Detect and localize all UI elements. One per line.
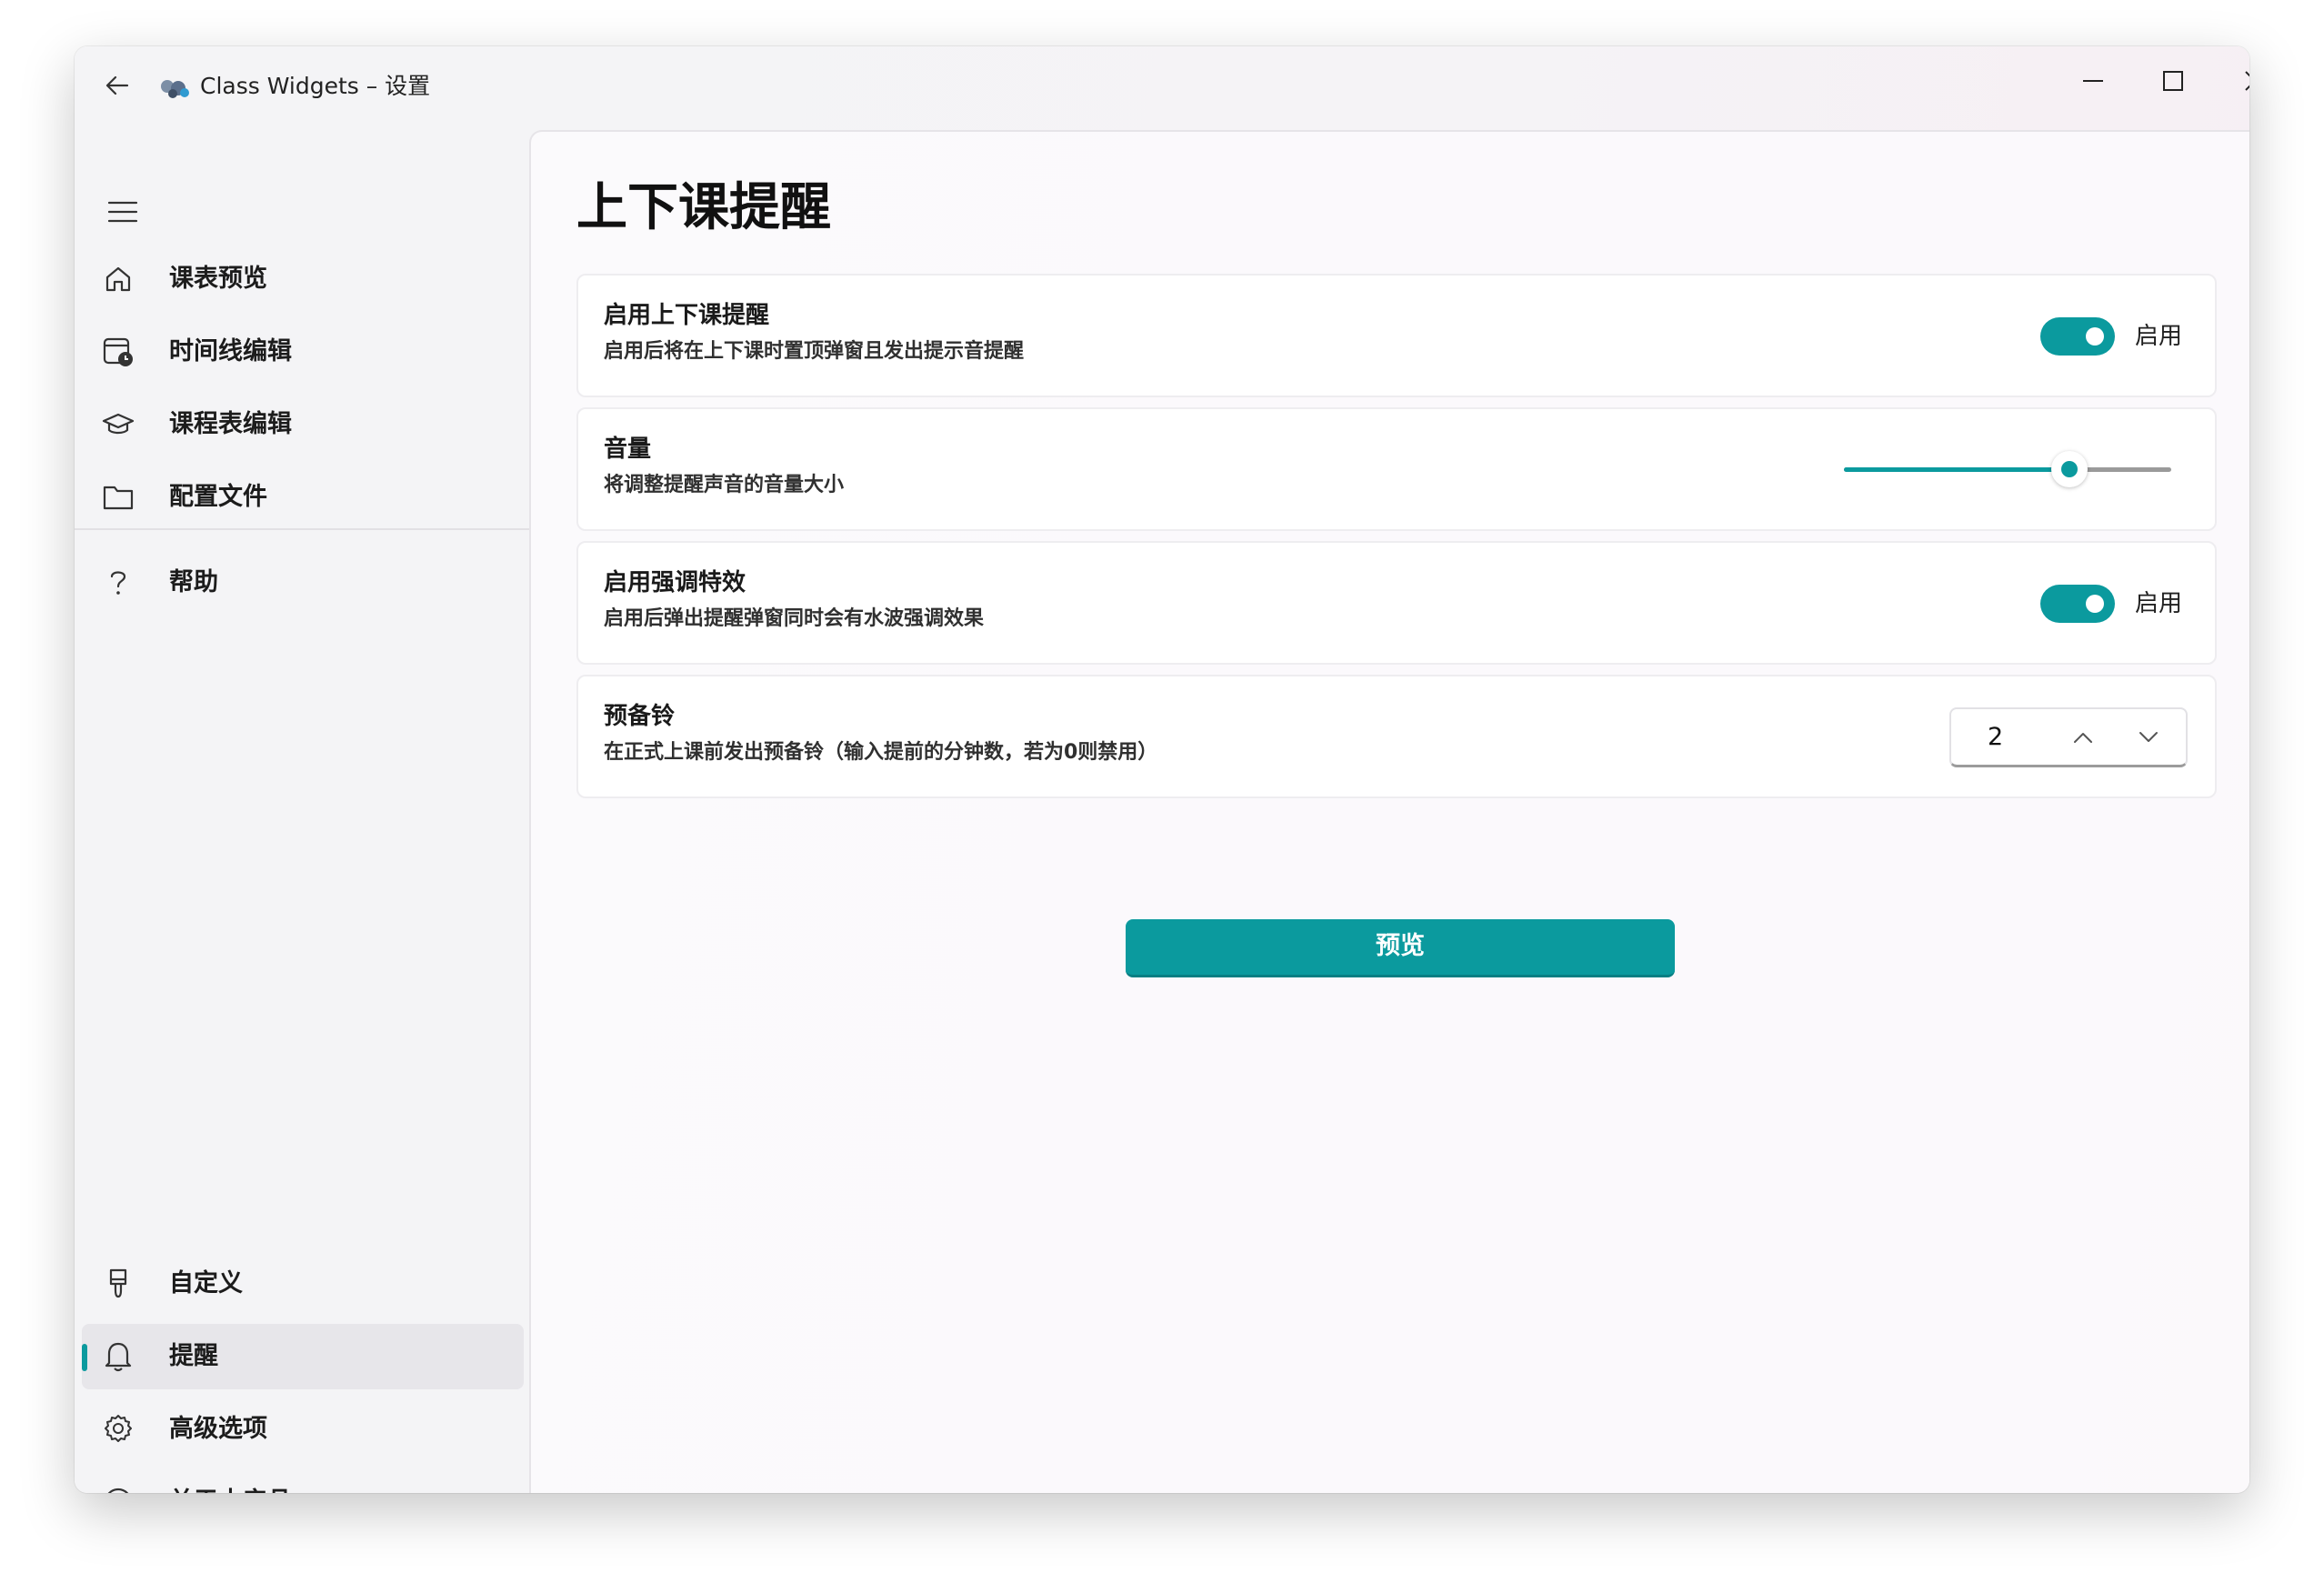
- window-title: Class Widgets – 设置: [200, 73, 431, 99]
- card-description: 启用后将在上下课时置顶弹窗且发出提示音提醒: [604, 340, 1025, 363]
- active-indicator: [82, 1344, 87, 1371]
- folder-icon: [102, 481, 135, 514]
- sidebar: 课表预览 时间线编辑 课程表编辑 配置文件 帮助 自定义 提醒 高级选项: [75, 128, 529, 1493]
- card-title: 音量: [604, 436, 652, 463]
- sidebar-item-reminder[interactable]: 提醒: [82, 1324, 524, 1389]
- sidebar-item-timeline-edit[interactable]: 时间线编辑: [82, 319, 524, 385]
- emphasis-effect-toggle[interactable]: [2040, 585, 2115, 623]
- card-volume: 音量 将调整提醒声音的音量大小: [576, 407, 2217, 531]
- increment-button[interactable]: [2060, 718, 2106, 756]
- menu-toggle-button[interactable]: [95, 186, 151, 237]
- sidebar-item-schedule-preview[interactable]: 课表预览: [82, 246, 524, 312]
- sidebar-item-help[interactable]: 帮助: [82, 550, 524, 616]
- slider-thumb[interactable]: [2051, 451, 2089, 487]
- page-title: 上下课提醒: [576, 178, 831, 237]
- prep-bell-minutes-spinbox[interactable]: 2: [1949, 707, 2188, 767]
- minimize-button[interactable]: [2057, 54, 2129, 108]
- sidebar-item-label: 高级选项: [169, 1415, 267, 1443]
- sidebar-item-label: 课程表编辑: [169, 410, 292, 438]
- title-bar: Class Widgets – 设置: [75, 46, 2249, 128]
- calendar-clock-icon: [102, 336, 135, 368]
- home-icon: [102, 263, 135, 296]
- sidebar-item-customize[interactable]: 自定义: [82, 1251, 524, 1317]
- hamburger-icon: [107, 201, 138, 223]
- sidebar-item-config-files[interactable]: 配置文件: [82, 465, 524, 530]
- card-title: 预备铃: [604, 703, 676, 730]
- decrement-button[interactable]: [2126, 718, 2171, 756]
- volume-slider[interactable]: [1844, 451, 2171, 487]
- sidebar-item-label: 关于本产品: [169, 1484, 292, 1493]
- spinbox-value[interactable]: 2: [1988, 720, 2003, 755]
- preview-button[interactable]: 预览: [1126, 919, 1675, 977]
- sidebar-item-label: 时间线编辑: [169, 337, 292, 366]
- toggle-knob: [2086, 595, 2104, 613]
- sidebar-divider: [75, 528, 529, 530]
- sidebar-item-label: 课表预览: [169, 265, 267, 293]
- close-icon: [2245, 71, 2249, 91]
- maximize-icon: [2163, 71, 2183, 91]
- maximize-button[interactable]: [2137, 54, 2209, 108]
- arrow-left-icon: [105, 75, 129, 95]
- sidebar-item-advanced[interactable]: 高级选项: [82, 1397, 524, 1462]
- question-icon: [102, 566, 135, 599]
- sidebar-item-label: 帮助: [169, 568, 218, 596]
- back-button[interactable]: [95, 63, 140, 108]
- card-enable-reminder: 启用上下课提醒 启用后将在上下课时置顶弹窗且发出提示音提醒 启用: [576, 274, 2217, 397]
- graduation-cap-icon: [102, 408, 135, 441]
- settings-window: Class Widgets – 设置 课表预览 时间线编辑 课程表编辑 配置文件…: [75, 46, 2249, 1493]
- sidebar-item-label: 配置文件: [169, 483, 267, 511]
- card-emphasis-effect: 启用强调特效 启用后弹出提醒弹窗同时会有水波强调效果 启用: [576, 541, 2217, 665]
- sidebar-item-label: 自定义: [169, 1269, 243, 1297]
- toggle-knob: [2086, 327, 2104, 346]
- app-logo-icon: [161, 80, 189, 98]
- card-description: 将调整提醒声音的音量大小: [604, 474, 845, 496]
- card-description: 启用后弹出提醒弹窗同时会有水波强调效果: [604, 607, 985, 630]
- chevron-down-icon: [2139, 732, 2158, 742]
- sidebar-item-schedule-edit[interactable]: 课程表编辑: [82, 392, 524, 457]
- close-button[interactable]: [2219, 54, 2249, 108]
- card-title: 启用强调特效: [604, 569, 746, 596]
- info-icon: [102, 1486, 135, 1493]
- card-prep-bell: 预备铃 在正式上课前发出预备铃（输入提前的分钟数，若为0则禁用） 2: [576, 675, 2217, 798]
- minimize-icon: [2083, 80, 2103, 82]
- card-title: 启用上下课提醒: [604, 302, 770, 329]
- settings-content: 上下课提醒 启用上下课提醒 启用后将在上下课时置顶弹窗且发出提示音提醒 启用 音…: [529, 130, 2249, 1493]
- slider-fill: [1844, 467, 2070, 472]
- toggle-state-label: 启用: [2135, 590, 2183, 617]
- bell-icon: [102, 1340, 135, 1373]
- sidebar-item-label: 提醒: [169, 1342, 218, 1370]
- enable-reminder-toggle[interactable]: [2040, 317, 2115, 356]
- brush-icon: [102, 1267, 135, 1300]
- sidebar-item-about[interactable]: 关于本产品: [82, 1469, 524, 1493]
- chevron-up-icon: [2074, 733, 2092, 743]
- toggle-state-label: 启用: [2135, 323, 2183, 350]
- gear-icon: [102, 1413, 135, 1446]
- card-description: 在正式上课前发出预备铃（输入提前的分钟数，若为0则禁用）: [604, 741, 1158, 764]
